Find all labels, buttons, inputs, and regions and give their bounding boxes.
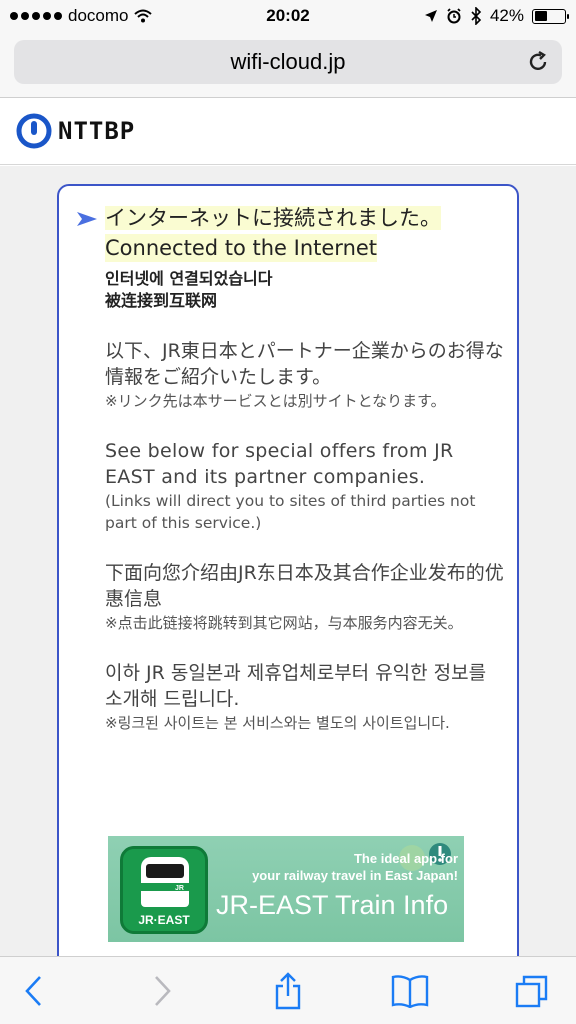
screen: docomo 20:02 42% wifi-cloud.jp NTTBP インタ… — [0, 0, 576, 1024]
battery-icon — [532, 8, 569, 24]
bluetooth-icon — [471, 7, 482, 25]
status-bar: docomo 20:02 42% — [0, 0, 576, 34]
site-header: NTTBP — [0, 99, 576, 165]
url-text: wifi-cloud.jp — [230, 49, 346, 74]
back-button[interactable] — [14, 971, 54, 1011]
bookmarks-book-icon — [391, 975, 429, 1008]
english-paragraph: See below for special offers from JR EAS… — [105, 440, 454, 488]
japanese-paragraph: 以下、JR東日本とパートナー企業からのお得な情報をご紹介いたします。 — [105, 340, 504, 388]
banner-tagline: The ideal app for your railway travel in… — [218, 850, 458, 884]
browser-toolbar — [0, 956, 576, 1024]
heading-chinese: 被连接到互联网 — [105, 291, 218, 310]
logo-text: NTTBP — [58, 117, 136, 145]
banner-tagline-line-2: your railway travel in East Japan! — [252, 868, 458, 883]
app-icon-label: JR·EAST — [138, 913, 190, 927]
heading-japanese: インターネットに接続されました。 — [105, 206, 441, 230]
tabs-button[interactable] — [512, 971, 552, 1011]
japanese-note: ※リンク先は本サービスとは別サイトとなります。 — [105, 392, 446, 410]
jr-east-app-banner[interactable]: JR JR·EAST The ideal app for your railwa… — [108, 836, 464, 942]
tabs-icon — [515, 975, 548, 1008]
browser-chrome: wifi-cloud.jp — [0, 34, 576, 98]
reload-icon[interactable] — [526, 50, 550, 74]
share-icon — [275, 972, 301, 1010]
korean-note: ※링크된 사이트는 본 서비스와는 별도의 사이트입니다. — [105, 714, 450, 732]
battery-percent: 42% — [489, 6, 524, 25]
nttbp-logo[interactable]: NTTBP — [16, 113, 135, 149]
english-note: (Links will direct you to sites of third… — [105, 492, 476, 532]
battery-level — [534, 11, 547, 21]
nttbp-logo-mark-icon — [16, 113, 52, 149]
share-button[interactable] — [268, 971, 308, 1011]
alarm-icon — [447, 8, 461, 24]
heading-english: Connected to the Internet — [105, 234, 378, 262]
content-text: インターネットに接続されました。 Connected to the Intern… — [105, 204, 505, 734]
location-arrow-icon — [424, 10, 437, 22]
status-right: 42% — [424, 6, 569, 26]
jr-east-app-icon: JR JR·EAST — [120, 846, 208, 934]
chinese-note: ※点击此链接将跳转到其它网站，与本服务内容无关。 — [105, 614, 463, 632]
banner-tagline-line-1: The ideal app for — [353, 851, 458, 866]
forward-arrow-icon — [155, 976, 171, 1006]
heading-korean: 인터넷에 연결되었습니다 — [105, 269, 273, 288]
banner-title: JR-EAST Train Info — [216, 890, 449, 920]
chinese-paragraph: 下面向您介绍由JR东日本及其合作企业发布的优惠信息 — [105, 562, 504, 610]
forward-button[interactable] — [142, 971, 182, 1011]
bookmarks-button[interactable] — [390, 971, 430, 1011]
train-icon: JR — [141, 857, 189, 907]
address-bar[interactable]: wifi-cloud.jp — [14, 40, 562, 84]
arrow-marker-icon — [77, 212, 97, 226]
back-arrow-icon — [25, 976, 41, 1006]
korean-paragraph: 이하 JR 동일본과 제휴업체로부터 유익한 정보를 소개해 드립니다. — [105, 662, 487, 710]
